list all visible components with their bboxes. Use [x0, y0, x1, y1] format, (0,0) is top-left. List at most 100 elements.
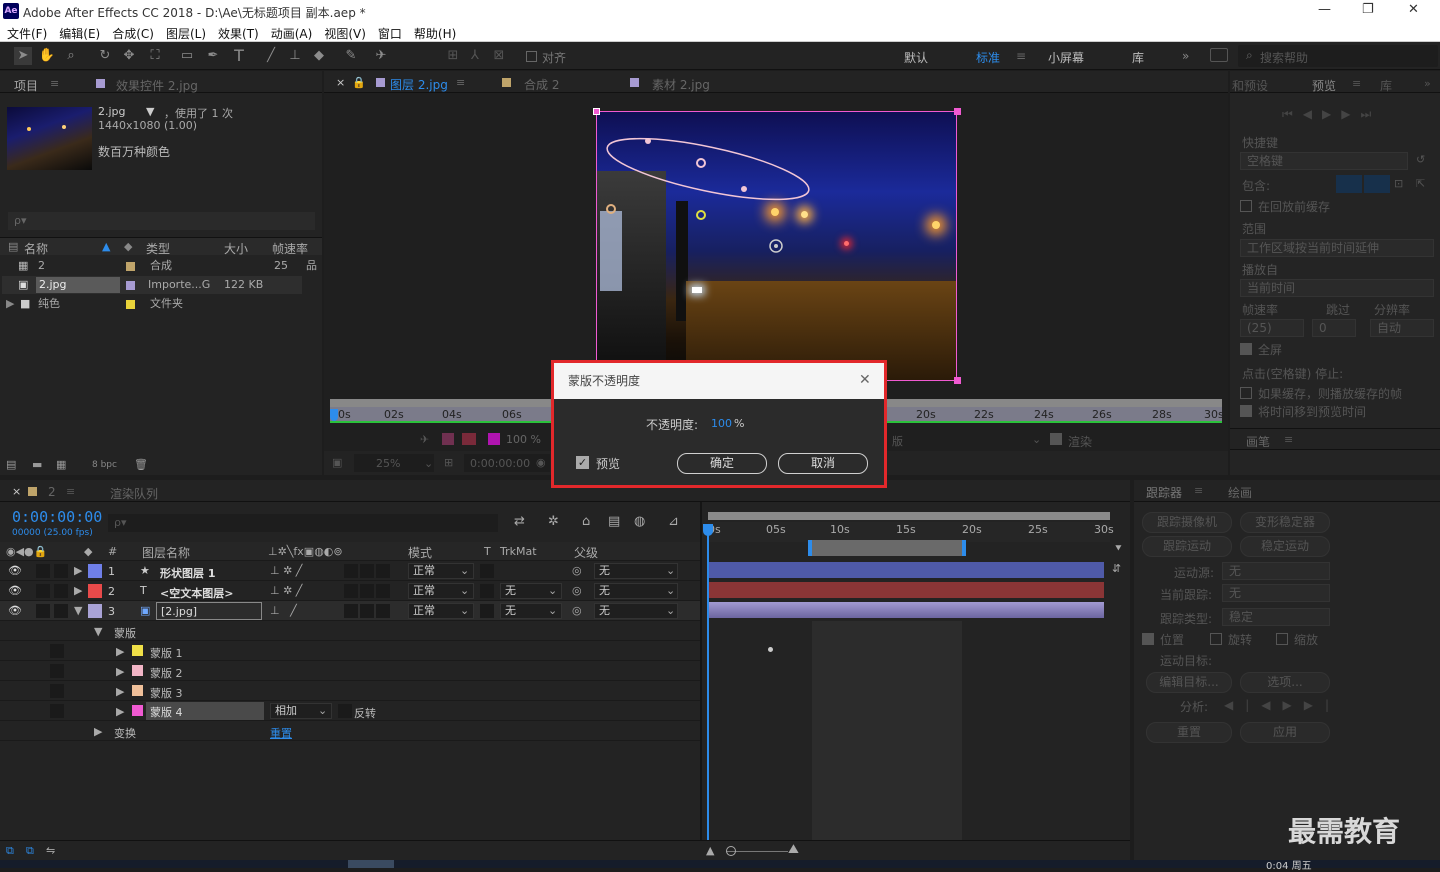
minimize-icon[interactable]: —	[1318, 2, 1331, 17]
menu-edit[interactable]: 编辑(E)	[52, 22, 105, 42]
hand-tool-icon[interactable]: ✋	[38, 47, 56, 65]
mask-name[interactable]: 蒙版 3	[150, 685, 183, 701]
workspace-small-screen[interactable]: 小屏幕	[1048, 49, 1084, 66]
current-timecode[interactable]: 0:00:00:00	[12, 508, 102, 526]
mask-lock-switch[interactable]	[50, 684, 64, 698]
preview-menu-icon[interactable]: ≡	[1352, 77, 1361, 90]
work-area-bar[interactable]	[808, 540, 966, 556]
visibility-eye-icon[interactable]: 👁	[8, 604, 22, 617]
mask-color[interactable]	[132, 665, 143, 676]
eraser-tool-icon[interactable]: ◆	[310, 47, 328, 65]
roto-brush-tool-icon[interactable]: ✎	[342, 47, 360, 65]
column-size[interactable]: 大小	[224, 240, 248, 257]
dialog-close-icon[interactable]: ✕	[859, 372, 871, 388]
menu-window[interactable]: 窗口	[371, 22, 407, 42]
switch-box[interactable]	[360, 584, 374, 598]
warp-stabilizer-button[interactable]: 变形稳定器	[1240, 512, 1330, 533]
project-item-footage[interactable]: ▣ 2.jpg Importe...G 122 KB	[2, 276, 302, 294]
layer-switches-icon[interactable]: ⊥ ╱	[270, 604, 297, 617]
layer-label-color[interactable]	[88, 604, 102, 618]
zoom-in-icon[interactable]: ⛰	[788, 842, 799, 857]
pen-tool-icon[interactable]: ✒	[204, 47, 222, 65]
cache-checkbox[interactable]	[1240, 200, 1252, 212]
mask-row[interactable]: ▶ 蒙版 3	[0, 681, 700, 701]
libraries-tab[interactable]: 库	[1380, 77, 1392, 94]
zoom-out-icon[interactable]: ▲	[706, 844, 714, 857]
mask-color[interactable]	[132, 685, 143, 696]
audio-switch[interactable]	[36, 604, 50, 618]
include-video-icon[interactable]	[1336, 175, 1362, 193]
mask-name[interactable]: 蒙版 4	[146, 702, 264, 720]
tracker-tab[interactable]: 跟踪器	[1146, 484, 1182, 501]
comp-button-icon[interactable]: ⯆	[1114, 542, 1123, 556]
mask-name[interactable]: 蒙版 2	[150, 665, 183, 681]
menu-file[interactable]: 文件(F)	[0, 22, 52, 42]
zoom-slider-thumb[interactable]	[726, 846, 736, 856]
draft-3d-icon[interactable]: ✲	[548, 514, 559, 529]
ok-button[interactable]: 确定	[677, 453, 767, 474]
switch-box[interactable]	[344, 604, 358, 618]
comp-tab[interactable]: 2	[48, 485, 56, 499]
brush-menu-icon[interactable]: ≡	[1284, 433, 1293, 446]
preview-tab[interactable]: 预览	[1312, 77, 1336, 94]
close-icon[interactable]: ✕	[1408, 2, 1419, 17]
column-framerate[interactable]: 帧速率	[272, 240, 308, 257]
new-folder-icon[interactable]: ▬	[32, 458, 42, 471]
layer-bar-footage[interactable]	[708, 602, 1104, 618]
pick-whip-icon[interactable]: ◎	[572, 604, 582, 617]
label-color[interactable]	[126, 300, 135, 309]
world-axis-icon[interactable]: ⅄	[466, 47, 484, 65]
mask-lock-switch[interactable]	[50, 644, 64, 658]
stop-cache-checkbox[interactable]	[1240, 387, 1252, 399]
column-name[interactable]: 名称	[24, 240, 48, 257]
layer-name[interactable]: 形状图层 1	[160, 565, 215, 581]
switch-box[interactable]	[376, 584, 390, 598]
mask-lock-switch[interactable]	[50, 704, 64, 718]
switch-box[interactable]	[376, 604, 390, 618]
move-time-checkbox[interactable]	[1240, 405, 1252, 417]
options-button[interactable]: 选项...	[1240, 672, 1330, 693]
mask-color-swatch-2[interactable]	[462, 433, 476, 445]
brush-tool-icon[interactable]: ╱	[262, 47, 280, 65]
time-ruler[interactable]: 0s 05s 10s 15s 20s 25s 30s	[708, 522, 1114, 542]
masks-group-row[interactable]: ▼ 蒙版	[0, 621, 700, 641]
clone-stamp-tool-icon[interactable]: ⊥	[286, 47, 304, 65]
collapse-arrow-icon[interactable]: ▼	[94, 625, 102, 638]
menu-animation[interactable]: 动画(A)	[264, 22, 318, 42]
mask-color-swatch-3[interactable]	[488, 433, 500, 445]
layer-bar-shape[interactable]	[708, 562, 1104, 578]
view-menu-label[interactable]: 版	[892, 433, 903, 449]
close-tab-icon[interactable]: ×	[12, 485, 21, 498]
visibility-eye-icon[interactable]: 👁	[8, 584, 22, 597]
render-queue-tab[interactable]: 渲染队列	[110, 485, 158, 502]
preserve-transparency-switch[interactable]	[480, 604, 494, 618]
layer-bar-text[interactable]	[708, 582, 1104, 598]
comp-tab-menu-icon[interactable]: ≡	[66, 485, 75, 498]
mask-color[interactable]	[132, 705, 143, 716]
resolution-icon[interactable]: ⊞	[444, 456, 453, 469]
include-overlays-icon[interactable]: ⊡	[1394, 177, 1403, 190]
fullscreen-checkbox[interactable]	[1240, 343, 1252, 355]
mask-row[interactable]: ▶ 蒙版 1	[0, 641, 700, 661]
expand-arrow-icon[interactable]: ▶	[116, 705, 124, 718]
track-type-dropdown[interactable]: 稳定	[1222, 608, 1330, 626]
layer-row[interactable]: 👁 ▶ 1 ★ 形状图层 1 ⊥ ✲ ╱ 正常 ⌄ ◎ 无 ⌄	[0, 561, 700, 581]
local-axis-icon[interactable]: ⊞	[444, 47, 462, 65]
workspace-default[interactable]: 默认	[904, 49, 928, 66]
switch-box[interactable]	[344, 564, 358, 578]
effects-controls-tab[interactable]: 效果控件 2.jpg	[116, 77, 198, 94]
mask-lock-switch[interactable]	[50, 664, 64, 678]
mask-row[interactable]: ▶ 蒙版 2	[0, 661, 700, 681]
reset-button[interactable]: 重置	[1146, 722, 1232, 743]
position-checkbox[interactable]	[1142, 633, 1154, 645]
tracker-menu-icon[interactable]: ≡	[1194, 484, 1203, 497]
fps-dropdown[interactable]: (25)	[1240, 319, 1304, 337]
rectangle-tool-icon[interactable]: ▭	[178, 47, 196, 65]
track-camera-button[interactable]: 跟踪摄像机	[1142, 512, 1232, 533]
reset-shortcut-icon[interactable]: ↺	[1416, 153, 1425, 166]
scale-checkbox[interactable]	[1276, 633, 1288, 645]
expand-arrow-icon[interactable]: ▶	[74, 564, 82, 577]
current-time-indicator[interactable]	[707, 524, 709, 840]
opacity-value[interactable]: 100	[711, 417, 732, 430]
rotation-checkbox[interactable]	[1210, 633, 1222, 645]
